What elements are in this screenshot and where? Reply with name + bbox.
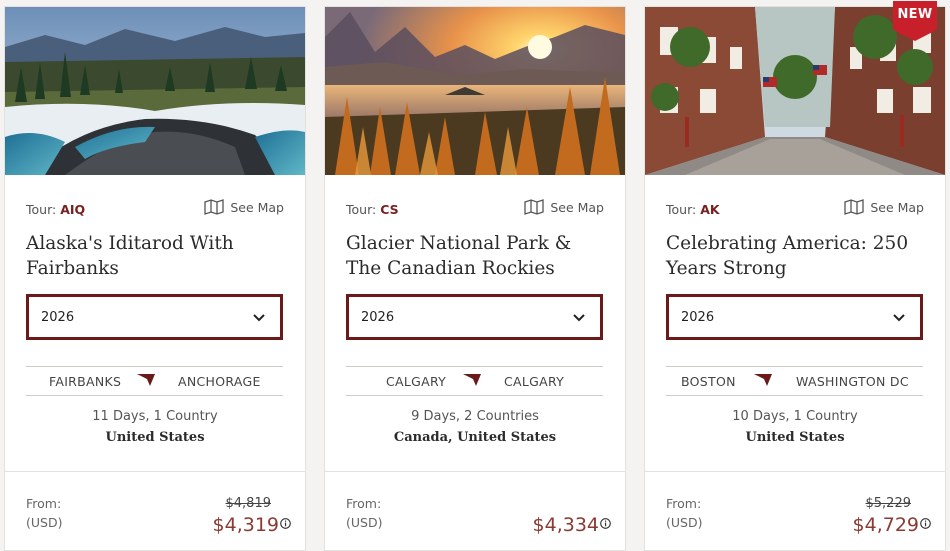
route-end: ANCHORAGE <box>178 374 261 389</box>
year-value[interactable]: 2026 <box>361 310 394 325</box>
tour-label: Tour: <box>666 202 697 217</box>
tour-photo[interactable] <box>5 7 305 175</box>
tour-title[interactable]: Celebrating America: 250 Years Strong <box>666 231 929 281</box>
current-price: $4,729 <box>852 514 919 536</box>
see-map-link[interactable]: See Map <box>844 199 924 215</box>
info-icon[interactable] <box>600 518 611 529</box>
see-map-link[interactable]: See Map <box>524 199 604 215</box>
year-select[interactable]: 2026 <box>26 294 283 340</box>
tour-code: AK <box>700 202 720 217</box>
map-icon <box>844 199 864 215</box>
info-icon[interactable] <box>280 518 291 529</box>
plane-icon <box>463 374 481 386</box>
year-select[interactable]: 2026 <box>666 294 923 340</box>
tour-label: Tour: <box>26 202 57 217</box>
tour-duration: 11 Days, 1 Country <box>92 409 218 424</box>
tour-photo[interactable] <box>325 7 625 175</box>
year-select[interactable]: 2026 <box>346 294 603 340</box>
chevron-down-icon[interactable] <box>892 310 906 324</box>
route-start: CALGARY <box>386 374 447 389</box>
tour-countries: United States <box>745 430 845 445</box>
tour-code-label: Tour: AIQ <box>26 202 85 217</box>
plane-icon <box>754 374 772 386</box>
tour-title[interactable]: Alaska's Iditarod With Fairbanks <box>26 231 289 281</box>
plane-icon <box>137 374 155 386</box>
year-value[interactable]: 2026 <box>41 310 74 325</box>
tour-card[interactable]: Tour: AIQ See Map Alaska's Iditarod With… <box>4 6 306 551</box>
tour-title[interactable]: Glacier National Park & The Canadian Roc… <box>346 231 609 281</box>
route-end: WASHINGTON DC <box>796 374 909 389</box>
original-price: $5,229 <box>865 496 912 511</box>
from-label: From: <box>666 496 702 511</box>
tour-countries: Canada, United States <box>393 430 557 445</box>
see-map-link[interactable]: See Map <box>204 199 284 215</box>
currency-label: (USD) <box>666 515 703 530</box>
current-price: $4,319 <box>212 514 279 536</box>
divider <box>5 471 305 472</box>
tour-code-label: Tour: AK <box>666 202 720 217</box>
map-icon <box>524 199 544 215</box>
route-end: CALGARY <box>504 374 565 389</box>
see-map-label[interactable]: See Map <box>870 200 924 215</box>
from-label: From: <box>26 496 62 511</box>
tour-card[interactable]: Tour: CS See Map Glacier National Park &… <box>324 6 626 551</box>
tour-duration: 9 Days, 2 Countries <box>411 409 539 424</box>
tour-code: CS <box>380 202 399 217</box>
tour-code-label: Tour: CS <box>346 202 399 217</box>
from-label: From: <box>346 496 382 511</box>
see-map-label[interactable]: See Map <box>550 200 604 215</box>
route: FAIRBANKS ANCHORAGE <box>26 366 283 396</box>
original-price: $4,819 <box>225 496 272 511</box>
route: CALGARY CALGARY <box>346 366 603 396</box>
route: BOSTON WASHINGTON DC <box>666 366 923 396</box>
divider <box>325 471 625 472</box>
info-icon[interactable] <box>920 518 931 529</box>
currency-label: (USD) <box>26 515 63 530</box>
see-map-label[interactable]: See Map <box>230 200 284 215</box>
divider <box>645 471 945 472</box>
tour-card[interactable]: NEW Tour: AK See Map Celebrating America… <box>644 1 946 551</box>
tour-duration: 10 Days, 1 Country <box>732 409 858 424</box>
tour-countries: United States <box>105 430 205 445</box>
current-price: $4,334 <box>532 514 599 536</box>
year-value[interactable]: 2026 <box>681 310 714 325</box>
chevron-down-icon[interactable] <box>572 310 586 324</box>
tour-card-grid: Tour: AIQ See Map Alaska's Iditarod With… <box>0 0 950 551</box>
route-start: FAIRBANKS <box>49 374 122 389</box>
tour-code: AIQ <box>60 202 86 217</box>
tour-label: Tour: <box>346 202 377 217</box>
chevron-down-icon[interactable] <box>252 310 266 324</box>
map-icon <box>204 199 224 215</box>
currency-label: (USD) <box>346 515 383 530</box>
route-start: BOSTON <box>681 374 736 389</box>
